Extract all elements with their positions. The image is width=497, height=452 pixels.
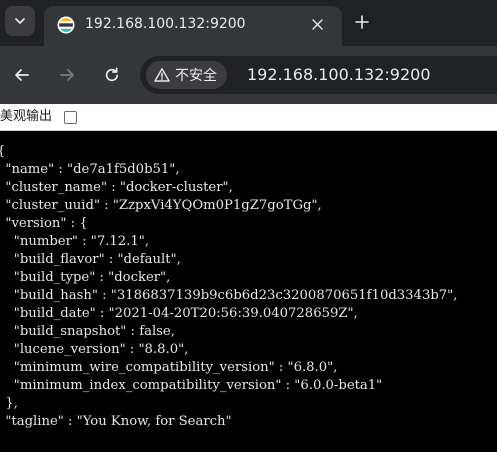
json-line: "build_flavor" : "default", xyxy=(0,252,181,267)
toolbar: 不安全 192.168.100.132:9200 xyxy=(0,46,497,104)
tab-search-button[interactable] xyxy=(5,6,35,36)
address-bar[interactable]: 不安全 192.168.100.132:9200 xyxy=(140,56,497,94)
json-line: "name" : "de7a1f5d0b51", xyxy=(0,162,180,177)
json-line: "build_snapshot" : false, xyxy=(0,324,175,339)
arrow-left-icon xyxy=(15,69,29,81)
reload-button[interactable] xyxy=(98,61,126,89)
json-line: "build_hash" : "3186837139b9c6b6d23c3200… xyxy=(0,288,458,303)
tab-title: 192.168.100.132:9200 xyxy=(85,16,246,32)
json-line: { xyxy=(0,143,5,161)
active-tab[interactable]: 192.168.100.132:9200 xyxy=(44,6,342,46)
json-line: "version" : { xyxy=(0,216,88,231)
elastic-logo-icon xyxy=(57,16,75,34)
url-text[interactable]: 192.168.100.132:9200 xyxy=(247,63,431,87)
chevron-down-icon xyxy=(15,18,25,24)
plus-icon xyxy=(355,15,369,29)
json-line: "cluster_name" : "docker-cluster", xyxy=(0,180,233,195)
json-response: { "name" : "de7a1f5d0b51", "cluster_name… xyxy=(0,131,497,452)
pretty-print-bar: 美观输出 xyxy=(0,104,497,131)
security-label: 不安全 xyxy=(175,68,217,84)
json-line: "build_date" : "2021-04-20T20:56:39.0407… xyxy=(0,306,358,321)
forward-button[interactable] xyxy=(53,61,81,89)
json-line: "cluster_uuid" : "ZzpxVi4YQOm0P1gZ7goTGg… xyxy=(0,198,322,213)
json-line: "number" : "7.12.1", xyxy=(0,234,150,249)
browser-window: 192.168.100.132:9200 不安全 192.168.100.132… xyxy=(0,0,497,452)
json-line: "build_type" : "docker", xyxy=(0,270,171,285)
reload-icon xyxy=(105,67,119,82)
new-tab-button[interactable] xyxy=(350,10,374,34)
json-line: "minimum_index_compatibility_version" : … xyxy=(0,378,383,393)
close-icon xyxy=(311,18,323,30)
tab-strip: 192.168.100.132:9200 xyxy=(0,0,497,46)
back-button[interactable] xyxy=(8,61,36,89)
json-line: "lucene_version" : "8.8.0", xyxy=(0,342,189,357)
pretty-print-label: 美观输出 xyxy=(0,109,53,124)
json-line: }, xyxy=(5,396,18,411)
tab-close-button[interactable] xyxy=(306,13,328,35)
arrow-right-icon xyxy=(60,69,74,81)
json-line: "tagline" : "You Know, for Search" xyxy=(0,414,232,429)
json-line: "minimum_wire_compatibility_version" : "… xyxy=(0,360,338,375)
pretty-print-checkbox[interactable] xyxy=(64,111,77,124)
security-indicator[interactable]: 不安全 xyxy=(146,61,227,89)
warning-triangle-icon xyxy=(154,68,170,82)
